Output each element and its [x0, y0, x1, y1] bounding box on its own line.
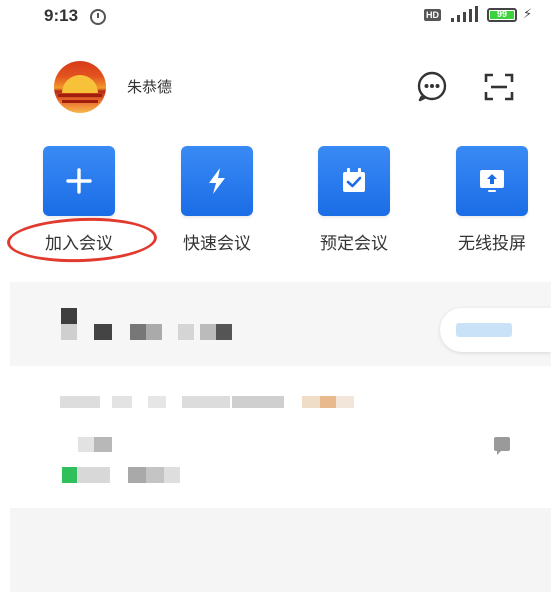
username[interactable]: 朱恭德	[127, 76, 172, 97]
redacted-block	[146, 324, 162, 340]
redacted-block	[77, 467, 110, 483]
redacted-block	[112, 396, 132, 408]
redacted-block	[146, 467, 164, 483]
redacted-block	[94, 324, 112, 340]
hd-badge: HD	[424, 9, 441, 21]
redacted-block	[60, 396, 100, 408]
battery-level: 99	[496, 9, 507, 19]
redacted-block	[128, 467, 146, 483]
redacted-block	[216, 324, 232, 340]
redacted-block	[232, 396, 284, 408]
signal-icon	[449, 6, 483, 22]
schedule-meeting-label[interactable]: 预定会议	[299, 229, 409, 254]
chat-icon[interactable]	[416, 70, 448, 102]
redacted-block	[336, 396, 354, 408]
wireless-cast-button[interactable]	[456, 146, 528, 216]
redacted-block	[62, 467, 77, 483]
redacted-block	[130, 324, 146, 340]
redacted-block	[94, 437, 112, 452]
redacted-block	[61, 308, 77, 324]
schedule-meeting-button[interactable]	[318, 146, 390, 216]
redacted-block	[302, 396, 320, 408]
status-bar: 9:13 HD 99 ⚡	[0, 0, 551, 40]
redacted-block	[200, 324, 216, 340]
scan-icon[interactable]	[484, 72, 514, 102]
meeting-list-item[interactable]	[10, 508, 551, 592]
charging-icon: ⚡	[523, 7, 533, 22]
avatar[interactable]	[54, 61, 106, 113]
redacted-block	[61, 324, 77, 340]
comment-icon[interactable]	[494, 437, 510, 455]
redacted-block	[164, 467, 180, 483]
redacted-block	[78, 437, 94, 452]
join-meeting-button[interactable]	[43, 146, 115, 216]
plus-icon	[66, 168, 92, 194]
lightning-icon	[209, 168, 225, 194]
alarm-icon	[90, 9, 106, 25]
quick-meeting-label[interactable]: 快速会议	[162, 229, 272, 254]
screen-cast-icon	[480, 170, 504, 192]
redacted-block	[320, 396, 336, 408]
battery-icon: 99	[487, 8, 517, 22]
calendar-check-icon	[343, 168, 365, 192]
status-time: 9:13	[44, 6, 79, 25]
redacted-block	[148, 396, 166, 408]
quick-meeting-button[interactable]	[181, 146, 253, 216]
redacted-block	[178, 324, 194, 340]
annotation-circle	[6, 215, 158, 265]
redacted-block	[182, 396, 230, 408]
wireless-cast-label[interactable]: 无线投屏	[437, 229, 547, 254]
card-action-pill[interactable]	[440, 308, 551, 352]
